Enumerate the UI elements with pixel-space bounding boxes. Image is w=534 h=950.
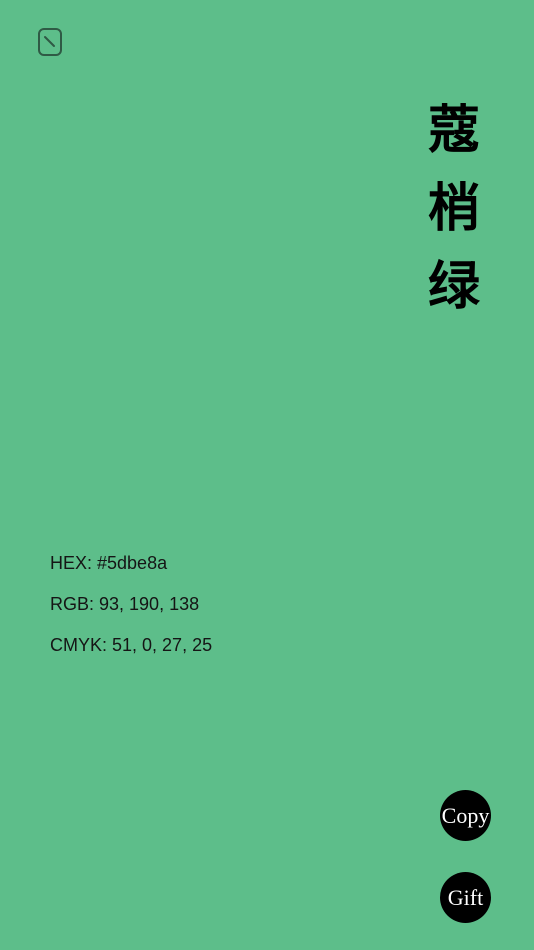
color-name-char-3: 绿 [427, 256, 480, 317]
copy-button[interactable]: Copy [440, 790, 491, 841]
color-name-vertical: 蔻 梢 绿 [422, 92, 486, 326]
hex-value: HEX: #5dbe8a [50, 553, 168, 573]
gift-button[interactable]: Gift [440, 872, 491, 923]
color-detail-screen: 蔻 梢 绿 HEX: #5dbe8a RGB: 93, 190, 138 CMY… [0, 0, 534, 950]
rgb-value: RGB: 93, 190, 138 [50, 594, 200, 614]
color-info: HEX: #5dbe8a RGB: 93, 190, 138 CMYK: 51,… [50, 551, 212, 674]
back-button[interactable] [38, 28, 62, 56]
cmyk-value: CMYK: 51, 0, 27, 25 [50, 635, 213, 655]
back-icon [44, 36, 55, 47]
color-name-char-1: 蔻 [427, 100, 480, 161]
color-name-char-2: 梢 [427, 178, 480, 239]
